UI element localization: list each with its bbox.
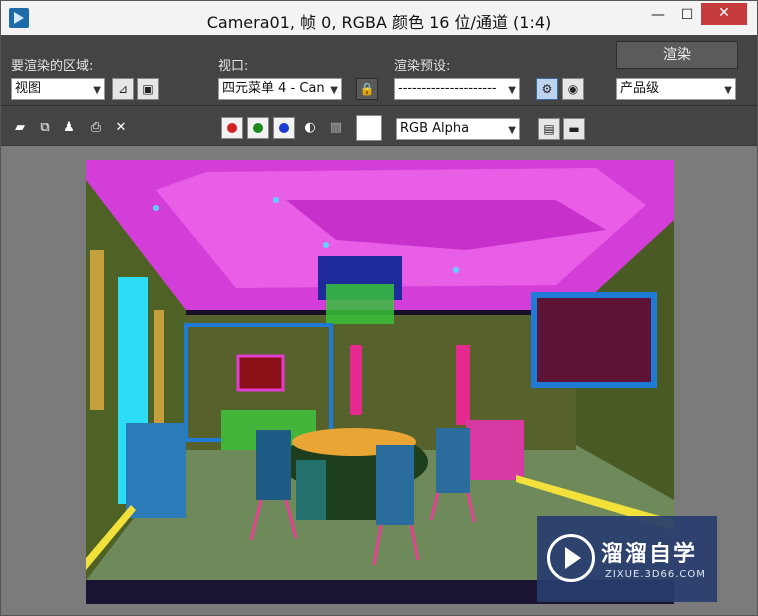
area-select[interactable]: 视图 ▼ — [11, 78, 105, 100]
title-bar: Camera01, 帧 0, RGBA 颜色 16 位/通道 (1:4) — ☐… — [1, 1, 757, 35]
lock-viewport-button[interactable]: 🔒 — [356, 78, 378, 100]
maximize-button[interactable]: ☐ — [674, 5, 700, 25]
blue-channel-toggle[interactable] — [273, 117, 295, 139]
panel-toggle-icon: ▤ — [543, 122, 555, 136]
watermark-url: ZIXUE.3D66.COM — [605, 569, 706, 580]
window-title: Camera01, 帧 0, RGBA 颜色 16 位/通道 (1:4) — [206, 13, 552, 32]
edit-region-button[interactable]: ⊿ — [112, 78, 134, 100]
environment-button[interactable]: ◉ — [562, 78, 584, 100]
viewport-select-value: 四元菜单 4 - Can — [222, 81, 325, 96]
minimize-button[interactable]: — — [645, 5, 671, 25]
area-label: 要渲染的区域: — [11, 59, 94, 74]
chevron-down-icon: ▼ — [330, 85, 338, 96]
chevron-down-icon: ▼ — [724, 85, 732, 96]
chevron-down-icon: ▼ — [508, 125, 516, 136]
auto-region-button[interactable]: ▣ — [137, 78, 159, 100]
area-select-value: 视图 — [15, 81, 42, 96]
play-logo-icon — [547, 534, 595, 582]
viewport-label: 视口: — [218, 59, 249, 74]
toggle-ui-button[interactable]: ▤ — [538, 118, 560, 140]
render-setup-button[interactable]: ⚙ — [536, 78, 558, 100]
clone-icon[interactable]: ♟ — [60, 119, 78, 137]
mono-icon[interactable]: ▩ — [327, 119, 345, 137]
green-dot-icon — [253, 123, 263, 133]
teapot-icon: ◉ — [567, 82, 579, 96]
alpha-channel-icon[interactable]: ◐ — [301, 119, 319, 137]
color-swatch[interactable] — [356, 115, 382, 141]
blue-dot-icon — [279, 123, 289, 133]
render-setup-icon: ⚙ — [541, 82, 553, 96]
save-icon[interactable]: ▰ — [11, 119, 29, 137]
copy-icon[interactable]: ⧉ — [36, 119, 54, 137]
close-button[interactable]: ✕ — [701, 3, 747, 25]
quality-select[interactable]: 产品级 ▼ — [616, 78, 736, 100]
chevron-down-icon: ▼ — [93, 85, 101, 96]
red-channel-toggle[interactable] — [221, 117, 243, 139]
render-settings-panel: 要渲染的区域: 视图 ▼ ⊿ ▣ 视口: 四元菜单 4 - Can ▼ 🔒 渲染… — [1, 35, 757, 145]
preset-label: 渲染预设: — [394, 59, 451, 74]
red-dot-icon — [227, 123, 237, 133]
toggle-overlay-button[interactable]: ▬ — [563, 118, 585, 140]
channel-select-value: RGB Alpha — [400, 121, 470, 136]
channel-select[interactable]: RGB Alpha ▼ — [396, 118, 520, 140]
render-frame-window: Camera01, 帧 0, RGBA 颜色 16 位/通道 (1:4) — ☐… — [0, 0, 758, 616]
preset-select-value: --------------------- — [398, 81, 497, 96]
preset-select[interactable]: --------------------- ▼ — [394, 78, 520, 100]
render-button[interactable]: 渲染 — [616, 41, 738, 69]
viewport-select[interactable]: 四元菜单 4 - Can ▼ — [218, 78, 342, 100]
quality-select-value: 产品级 — [620, 81, 660, 96]
edit-region-icon: ⊿ — [117, 82, 129, 96]
print-icon[interactable]: ⎙ — [87, 119, 105, 137]
watermark: 溜溜自学 ZIXUE.3D66.COM — [537, 516, 717, 602]
green-channel-toggle[interactable] — [247, 117, 269, 139]
watermark-name: 溜溜自学 — [601, 542, 698, 567]
panel-divider — [1, 105, 757, 106]
clear-icon[interactable]: ✕ — [112, 119, 130, 137]
chevron-down-icon: ▼ — [508, 85, 516, 96]
region-select-icon: ▣ — [142, 82, 154, 96]
display-icon: ▬ — [568, 122, 580, 136]
lock-icon: 🔒 — [359, 82, 375, 96]
